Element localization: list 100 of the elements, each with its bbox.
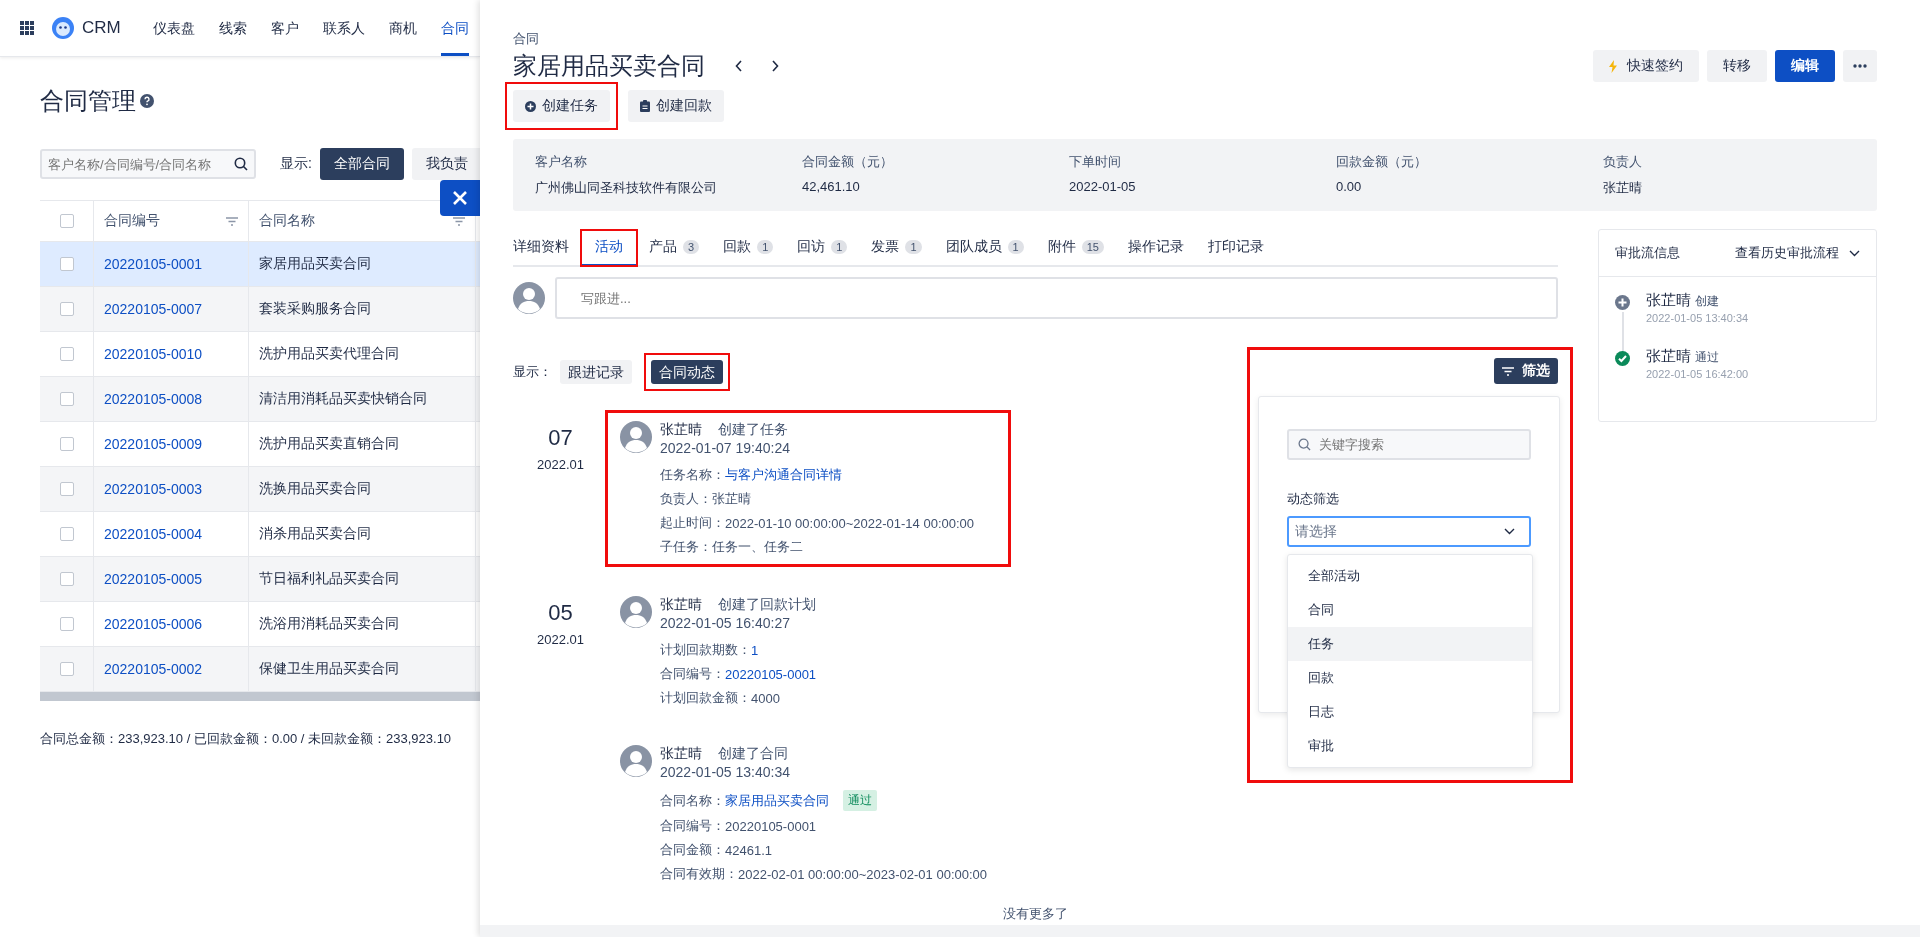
scrollbar[interactable] bbox=[40, 692, 480, 701]
detail-link[interactable]: 家居用品买卖合同 bbox=[725, 791, 829, 810]
contract-number-link[interactable]: 20220105-0008 bbox=[104, 391, 203, 407]
nav-tab[interactable]: 联系人 bbox=[322, 0, 365, 56]
close-button[interactable] bbox=[440, 180, 480, 216]
view-toggle[interactable]: 全部合同 bbox=[319, 148, 404, 180]
tab[interactable]: 发票 1 bbox=[859, 230, 934, 266]
detail-link[interactable]: 与客户沟通合同详情 bbox=[725, 466, 842, 484]
detail-link[interactable]: 1 bbox=[751, 642, 759, 658]
checkbox[interactable] bbox=[59, 617, 74, 631]
tab[interactable]: 回款 1 bbox=[711, 230, 786, 266]
field-label: 下单时间 bbox=[1069, 153, 1122, 171]
checkbox[interactable] bbox=[59, 257, 74, 271]
detail-label: 负责人： bbox=[660, 490, 712, 508]
detail-label: 起止时间： bbox=[660, 514, 725, 532]
tab[interactable]: 团队成员 1 bbox=[933, 230, 1036, 266]
tab[interactable]: 活动 bbox=[581, 230, 637, 266]
table-cell: 清洁用消耗品买卖快销合同 bbox=[259, 390, 427, 408]
count-badge: 15 bbox=[1081, 240, 1104, 254]
table-cell: 家居用品买卖合同 bbox=[259, 255, 371, 273]
contract-number-link[interactable]: 20220105-0007 bbox=[104, 301, 203, 317]
history-dropdown[interactable]: 查看历史审批流程 bbox=[1735, 244, 1860, 262]
edit-button[interactable]: 编辑 bbox=[1775, 50, 1835, 82]
dropdown-option[interactable]: 回款 bbox=[1288, 661, 1532, 695]
avatar-icon bbox=[620, 745, 652, 777]
table-cell: 消杀用品买卖合同 bbox=[259, 525, 371, 543]
follow-up-field[interactable]: 写跟进... bbox=[555, 277, 1558, 319]
filter-button[interactable]: 筛选 bbox=[1494, 358, 1558, 384]
previous-icon[interactable] bbox=[735, 60, 743, 72]
checkbox[interactable] bbox=[59, 214, 74, 228]
filter-icon[interactable] bbox=[453, 216, 465, 226]
checkbox[interactable] bbox=[59, 527, 74, 541]
step-action: 创建 bbox=[1694, 294, 1719, 308]
contract-number-link[interactable]: 20220105-0001 bbox=[104, 256, 203, 272]
dropdown-option[interactable]: 任务 bbox=[1288, 627, 1532, 661]
day-number: 05 bbox=[548, 600, 573, 626]
detail-link[interactable]: 20220105-0001 bbox=[725, 666, 817, 682]
tab[interactable]: 附件 15 bbox=[1035, 230, 1116, 266]
checkbox[interactable] bbox=[59, 437, 74, 451]
checkbox[interactable] bbox=[59, 662, 74, 676]
contract-number-link[interactable]: 20220105-0006 bbox=[104, 616, 203, 632]
checkbox[interactable] bbox=[59, 347, 74, 361]
search-field[interactable]: 客户名称/合同编号/合同名称 bbox=[40, 149, 256, 179]
tab[interactable]: 回访 1 bbox=[785, 230, 860, 266]
apps-grid-icon[interactable] bbox=[20, 21, 34, 35]
select-field[interactable]: 请选择 bbox=[1287, 516, 1531, 547]
nav-tab[interactable]: 线索 bbox=[218, 0, 247, 56]
checkbox[interactable] bbox=[59, 572, 74, 586]
table-cell: 洗换用品买卖合同 bbox=[259, 480, 371, 498]
table-cell: 保健卫生用品买卖合同 bbox=[259, 660, 399, 678]
transfer-button[interactable]: 转移 bbox=[1707, 50, 1767, 82]
nav-tab[interactable]: 仪表盘 bbox=[152, 0, 195, 56]
checkbox[interactable] bbox=[59, 392, 74, 406]
close-icon[interactable] bbox=[452, 190, 468, 206]
field-label: 负责人 bbox=[1603, 153, 1643, 171]
next-icon[interactable] bbox=[771, 60, 779, 72]
checkbox[interactable] bbox=[59, 302, 74, 316]
display-toggle[interactable]: 合同动态 bbox=[644, 353, 730, 391]
contract-number-link[interactable]: 20220105-0003 bbox=[104, 481, 203, 497]
nav-tab[interactable]: 客户 bbox=[270, 0, 299, 56]
timestamp: 2022-01-05 16:42:00 bbox=[1646, 368, 1749, 380]
tab[interactable]: 操作记录 bbox=[1115, 230, 1196, 266]
nav-tab[interactable]: 合同 bbox=[440, 0, 469, 56]
dropdown-option[interactable]: 日志 bbox=[1288, 695, 1532, 729]
help-icon[interactable] bbox=[140, 94, 154, 108]
dropdown-option[interactable]: 全部活动 bbox=[1288, 559, 1532, 593]
nav-tab[interactable]: 商机 bbox=[388, 0, 417, 56]
timestamp: 2022-01-07 19:40:24 bbox=[660, 440, 791, 456]
contract-number-link[interactable]: 20220105-0002 bbox=[104, 661, 203, 677]
column-header: 合同名称 bbox=[259, 212, 315, 230]
view-toggle[interactable]: 我负责 bbox=[411, 148, 480, 180]
create-button[interactable]: 创建任务 bbox=[505, 82, 618, 130]
filter-icon bbox=[1502, 366, 1514, 376]
tab[interactable]: 产品 3 bbox=[637, 230, 712, 266]
more-button[interactable] bbox=[1843, 50, 1877, 82]
field-value: 2022-01-05 bbox=[1069, 179, 1137, 194]
quick-sign-button[interactable]: 快速签约 bbox=[1593, 50, 1699, 82]
detail-label: 计划回款期数： bbox=[660, 641, 751, 659]
tab[interactable]: 详细资料 bbox=[513, 230, 581, 266]
dropdown-option[interactable]: 合同 bbox=[1288, 593, 1532, 627]
user-name: 张芷晴 bbox=[660, 745, 702, 763]
checkbox[interactable] bbox=[59, 482, 74, 496]
page-title: 合同管理 bbox=[40, 86, 136, 116]
detail-label: 合同有效期： bbox=[660, 865, 738, 883]
contract-number-link[interactable]: 20220105-0004 bbox=[104, 526, 203, 542]
record-title: 家居用品买卖合同 bbox=[513, 51, 705, 81]
search-icon bbox=[1298, 438, 1311, 451]
contract-number-link[interactable]: 20220105-0009 bbox=[104, 436, 203, 452]
field-value: 0.00 bbox=[1336, 179, 1363, 194]
tab[interactable]: 打印记录 bbox=[1195, 230, 1276, 266]
contract-number-link[interactable]: 20220105-0005 bbox=[104, 571, 203, 587]
check-icon bbox=[1615, 351, 1630, 366]
contract-number-link[interactable]: 20220105-0010 bbox=[104, 346, 203, 362]
column-header: 合同编号 bbox=[104, 212, 160, 230]
search-icon[interactable] bbox=[234, 157, 248, 171]
dropdown-option[interactable]: 审批 bbox=[1288, 729, 1532, 763]
filter-icon[interactable] bbox=[226, 216, 238, 226]
activity-action: 创建了回款计划 bbox=[718, 596, 816, 614]
keyword-search-field[interactable]: 关键字搜索 bbox=[1287, 429, 1531, 460]
field-label: 动态筛选 bbox=[1287, 490, 1340, 508]
